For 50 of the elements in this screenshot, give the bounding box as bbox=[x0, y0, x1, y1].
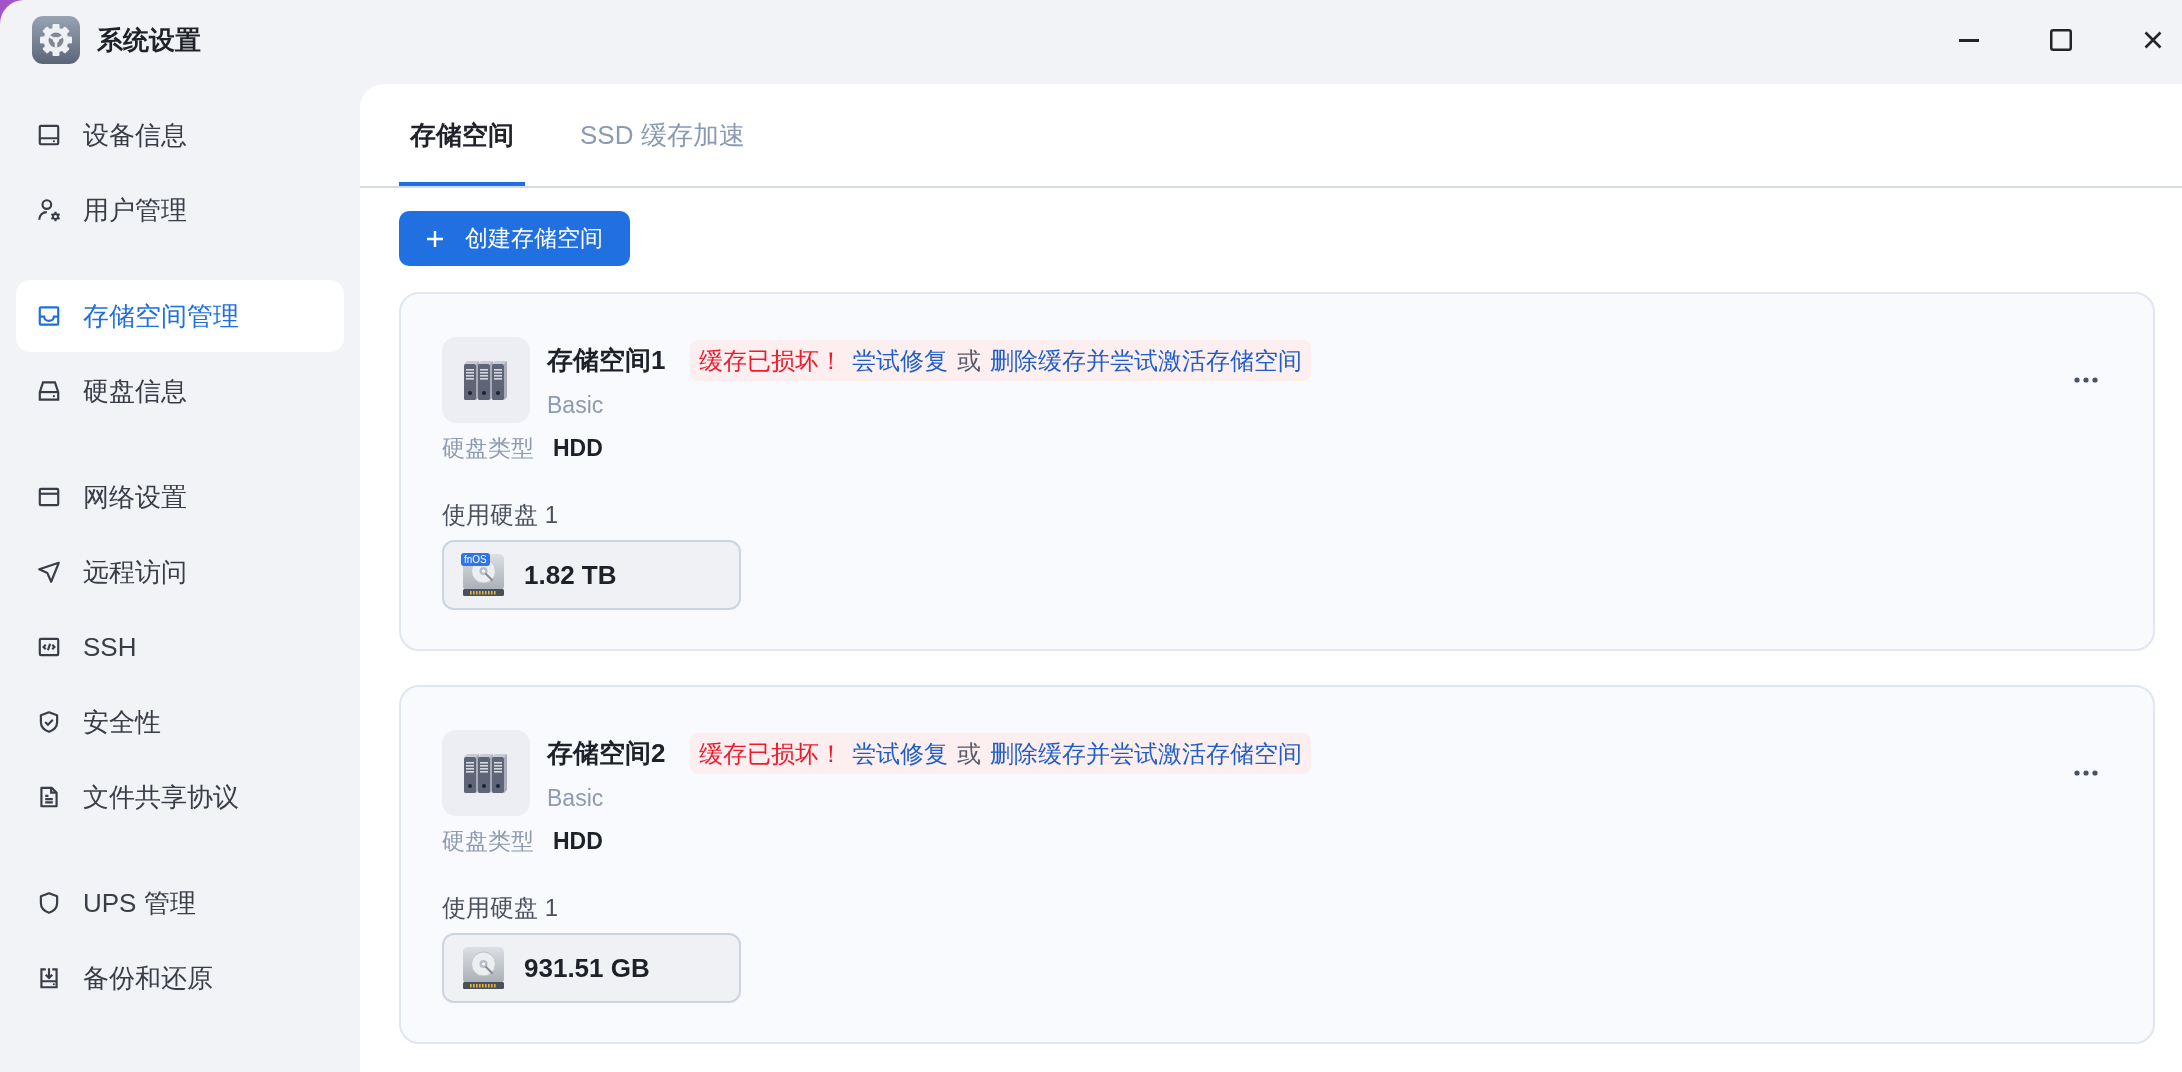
os-badge: fnOS bbox=[461, 553, 490, 566]
error-message: 缓存已损坏！ bbox=[699, 345, 844, 376]
tray-icon bbox=[36, 303, 62, 329]
pool-name: 存储空间1 bbox=[547, 344, 666, 377]
settings-icon bbox=[32, 16, 80, 64]
sidebar-item[interactable]: UPS 管理 bbox=[16, 867, 344, 939]
plus-icon bbox=[426, 229, 444, 248]
disk-count-label: 使用硬盘 1 bbox=[442, 895, 559, 921]
repair-link[interactable]: 尝试修复 bbox=[852, 737, 949, 770]
minimize-icon bbox=[1959, 38, 1979, 42]
drive-icon bbox=[36, 122, 62, 148]
disk-type-label: 硬盘类型 bbox=[442, 828, 534, 854]
sidebar-item[interactable]: 存储空间管理 bbox=[16, 280, 344, 352]
separator-text: 或 bbox=[957, 345, 982, 376]
repair-link[interactable]: 尝试修复 bbox=[852, 344, 949, 377]
sidebar-item[interactable]: SSH bbox=[16, 611, 344, 683]
server-icon bbox=[442, 337, 530, 423]
disk-capacity: 931.51 GB bbox=[524, 952, 650, 984]
sidebar-item[interactable]: 设备信息 bbox=[16, 99, 344, 171]
pool-name: 存储空间2 bbox=[547, 737, 666, 770]
separator-text: 或 bbox=[957, 738, 982, 769]
hard-disk-icon bbox=[461, 946, 506, 990]
hard-drive-icon bbox=[36, 378, 62, 404]
sidebar-item[interactable]: 备份和还原 bbox=[16, 942, 344, 1014]
tab[interactable]: 存储空间 bbox=[399, 84, 525, 186]
sidebar-item[interactable]: 硬盘信息 bbox=[16, 355, 344, 427]
disk-type-label: 硬盘类型 bbox=[442, 435, 534, 461]
sidebar-item[interactable]: 用户管理 bbox=[16, 174, 344, 246]
more-icon bbox=[2074, 770, 2098, 776]
sidebar-item[interactable]: 文件共享协议 bbox=[16, 761, 344, 833]
send-icon bbox=[36, 559, 62, 585]
maximize-icon bbox=[2050, 29, 2072, 51]
sidebar-item[interactable]: 安全性 bbox=[16, 686, 344, 758]
user-gear-icon bbox=[36, 197, 62, 223]
close-icon bbox=[2144, 31, 2162, 49]
window-title: 系统设置 bbox=[97, 23, 201, 57]
disk-type-value: HDD bbox=[553, 828, 603, 854]
pool-type: Basic bbox=[547, 784, 605, 813]
more-icon bbox=[2074, 377, 2098, 383]
server-icon bbox=[442, 730, 530, 816]
sidebar-item[interactable]: 网络设置 bbox=[16, 461, 344, 533]
delete-cache-link[interactable]: 删除缓存并尝试激活存储空间 bbox=[990, 344, 1303, 377]
disk-type-value: HDD bbox=[553, 435, 603, 461]
error-message: 缓存已损坏！ bbox=[699, 738, 844, 769]
delete-cache-link[interactable]: 删除缓存并尝试激活存储空间 bbox=[990, 737, 1303, 770]
disk-capacity: 1.82 TB bbox=[524, 559, 617, 591]
create-storage-button[interactable]: 创建存储空间 bbox=[399, 211, 630, 266]
disk-count-label: 使用硬盘 1 bbox=[442, 502, 559, 528]
sidebar-item[interactable]: 远程访问 bbox=[16, 536, 344, 608]
pool-type: Basic bbox=[547, 391, 605, 420]
